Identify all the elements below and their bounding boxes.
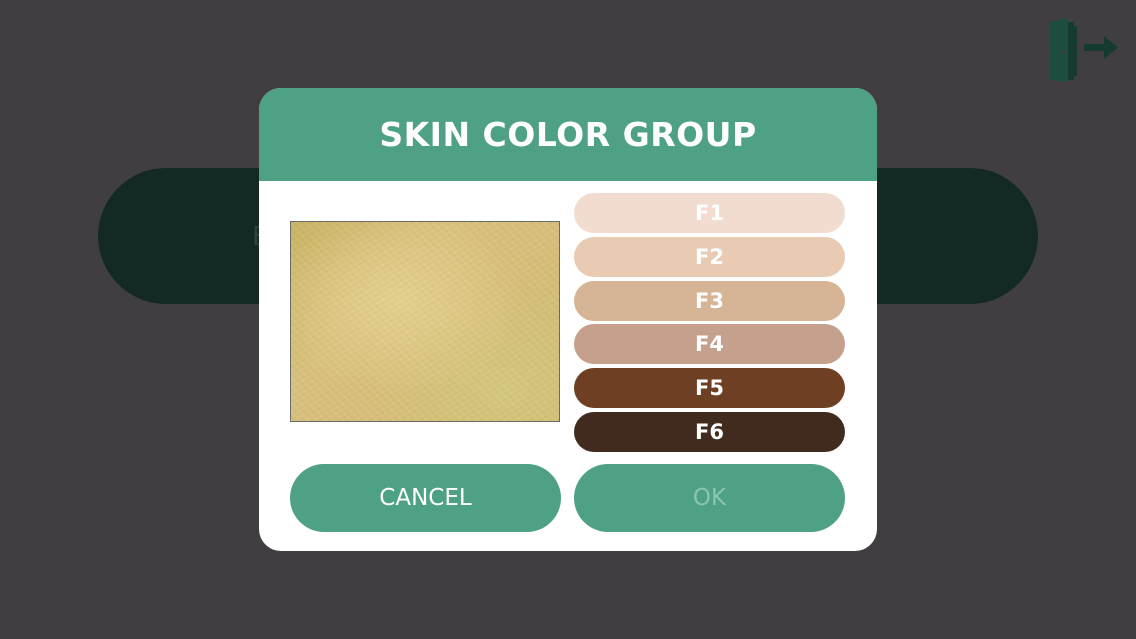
tone-option-f3[interactable]: F3 (574, 280, 845, 321)
skin-sample-image (290, 221, 560, 422)
tone-option-f6[interactable]: F6 (574, 411, 845, 452)
skin-texture (291, 222, 559, 421)
tone-label: F3 (695, 288, 724, 313)
exit-door-icon (1050, 18, 1118, 82)
skin-tone-list: F1 F2 F3 F4 F5 F6 (574, 193, 845, 456)
tone-option-f2[interactable]: F2 (574, 236, 845, 277)
ok-button[interactable]: OK (574, 464, 845, 532)
tone-label: F1 (695, 201, 724, 225)
tone-label: F4 (695, 332, 724, 357)
exit-button[interactable] (1046, 16, 1120, 84)
tone-option-f1[interactable]: F1 (574, 193, 845, 233)
tone-option-f5[interactable]: F5 (574, 368, 845, 409)
tone-label: F5 (695, 376, 724, 401)
ok-label: OK (692, 485, 727, 511)
skin-color-dialog: SKIN COLOR GROUP F1 F2 F3 F4 F5 F6 CANCE… (259, 88, 877, 551)
tone-option-f4[interactable]: F4 (574, 324, 845, 365)
tone-label: F6 (695, 419, 724, 444)
dialog-header: SKIN COLOR GROUP (259, 88, 877, 181)
cancel-button[interactable]: CANCEL (290, 464, 561, 532)
tone-label: F2 (695, 244, 724, 269)
dialog-title: SKIN COLOR GROUP (379, 115, 757, 154)
cancel-label: CANCEL (379, 485, 472, 511)
